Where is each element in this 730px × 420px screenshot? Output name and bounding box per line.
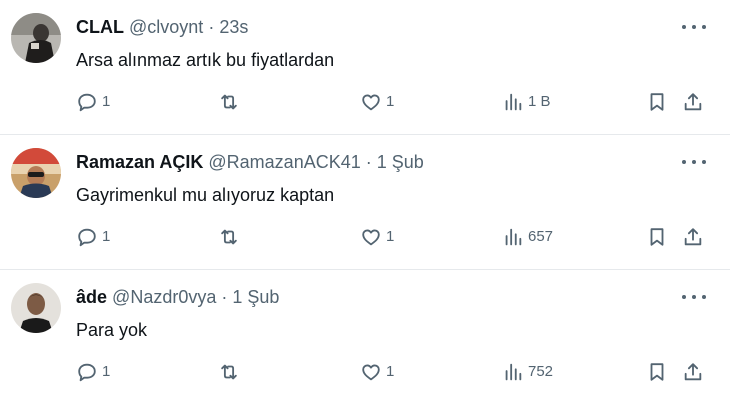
- bookmark-button[interactable]: [646, 360, 668, 384]
- like-count: 1: [386, 228, 395, 245]
- reply-button[interactable]: 1: [76, 225, 110, 249]
- share-icon: [684, 363, 702, 381]
- more-icon[interactable]: [682, 290, 706, 304]
- views-count: 752: [528, 363, 554, 380]
- like-count: 1: [386, 93, 395, 110]
- retweet-button[interactable]: [218, 90, 244, 114]
- author-handle[interactable]: @clvoynt: [129, 17, 203, 37]
- like-icon: [362, 94, 380, 111]
- tweet[interactable]: Ramazan AÇIK @RamazanACK41 · 1 Şub Gayri…: [0, 135, 730, 270]
- tweet-header: CLAL @clvoynt · 23s: [76, 16, 248, 38]
- tweet-actions: 1 1 1 B: [76, 90, 706, 114]
- share-icon: [684, 228, 702, 246]
- reply-icon: [78, 93, 96, 112]
- tweet-header: âde @Nazdr0vya · 1 Şub: [76, 286, 279, 308]
- share-button[interactable]: [682, 225, 704, 249]
- retweet-button[interactable]: [218, 225, 244, 249]
- author-handle[interactable]: @Nazdr0vya: [112, 287, 216, 307]
- separator-dot: ·: [221, 287, 228, 307]
- avatar[interactable]: [11, 283, 61, 333]
- reply-count: 1: [102, 93, 111, 110]
- share-button[interactable]: [682, 90, 704, 114]
- separator-dot: ·: [365, 152, 372, 172]
- like-count: 1: [386, 363, 395, 380]
- tweet[interactable]: CLAL @clvoynt · 23s Arsa alınmaz artık b…: [0, 0, 730, 135]
- author-name[interactable]: âde: [76, 287, 107, 307]
- avatar[interactable]: [11, 13, 61, 63]
- more-icon[interactable]: [682, 20, 706, 34]
- views-button[interactable]: 752: [502, 360, 553, 384]
- share-button[interactable]: [682, 360, 704, 384]
- separator-dot: ·: [208, 17, 215, 37]
- reply-button[interactable]: 1: [76, 360, 110, 384]
- reply-icon: [78, 228, 96, 247]
- retweet-icon: [221, 364, 237, 380]
- like-button[interactable]: 1: [360, 225, 394, 249]
- share-icon: [684, 93, 702, 111]
- views-count: 1 B: [528, 93, 551, 110]
- bookmark-icon: [650, 363, 664, 381]
- bookmark-button[interactable]: [646, 225, 668, 249]
- reply-button[interactable]: 1: [76, 90, 110, 114]
- retweet-icon: [221, 94, 237, 110]
- reply-count: 1: [102, 363, 111, 380]
- author-handle[interactable]: @RamazanACK41: [208, 152, 360, 172]
- like-icon: [362, 229, 380, 246]
- tweet-feed: CLAL @clvoynt · 23s Arsa alınmaz artık b…: [0, 0, 730, 420]
- views-count: 657: [528, 228, 554, 245]
- tweet-text: Gayrimenkul mu alıyoruz kaptan: [76, 185, 335, 205]
- timestamp[interactable]: 1 Şub: [377, 152, 424, 172]
- more-icon[interactable]: [682, 155, 706, 169]
- views-button[interactable]: 657: [502, 225, 553, 249]
- author-name[interactable]: CLAL: [76, 17, 124, 37]
- bookmark-icon: [650, 93, 664, 111]
- tweet-actions: 1 1 657: [76, 225, 706, 249]
- avatar[interactable]: [11, 148, 61, 198]
- bookmark-button[interactable]: [646, 90, 668, 114]
- reply-count: 1: [102, 228, 111, 245]
- bookmark-icon: [650, 228, 664, 246]
- tweet-text: Arsa alınmaz artık bu fiyatlardan: [76, 50, 335, 70]
- retweet-button[interactable]: [218, 360, 244, 384]
- views-button[interactable]: 1 B: [502, 90, 551, 114]
- tweet-header: Ramazan AÇIK @RamazanACK41 · 1 Şub: [76, 151, 424, 173]
- timestamp[interactable]: 1 Şub: [232, 287, 279, 307]
- like-icon: [362, 364, 380, 381]
- retweet-icon: [221, 229, 237, 245]
- reply-icon: [78, 363, 96, 382]
- tweet-actions: 1 1 752: [76, 360, 706, 384]
- like-button[interactable]: 1: [360, 360, 394, 384]
- views-icon: [505, 228, 522, 246]
- tweet[interactable]: âde @Nazdr0vya · 1 Şub Para yok 1 1 752: [0, 270, 730, 420]
- timestamp[interactable]: 23s: [219, 17, 248, 37]
- views-icon: [505, 93, 522, 111]
- tweet-text: Para yok: [76, 320, 148, 340]
- views-icon: [505, 363, 522, 381]
- author-name[interactable]: Ramazan AÇIK: [76, 152, 203, 172]
- like-button[interactable]: 1: [360, 90, 394, 114]
